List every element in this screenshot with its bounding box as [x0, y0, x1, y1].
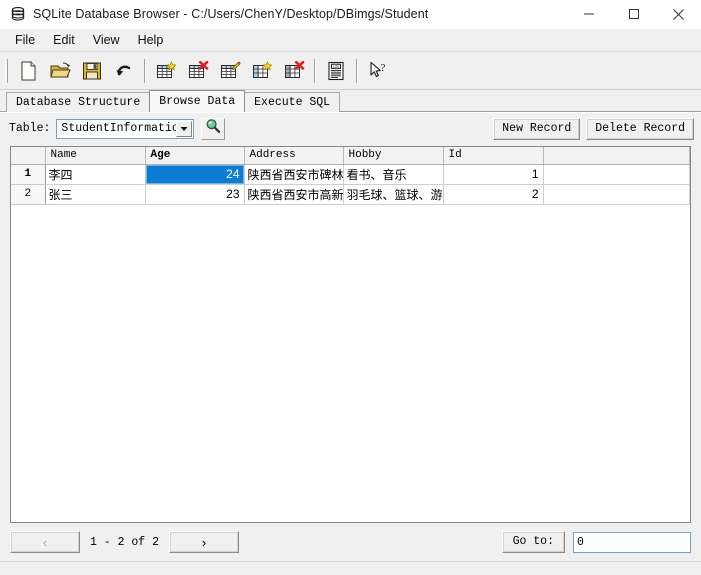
record-counter: 1 - 2 of 2 [90, 535, 160, 549]
cell-name-2[interactable]: 张三 [45, 184, 146, 205]
cell-age-2[interactable]: 23 [145, 184, 245, 205]
table-header-row: Name Age Address Hobby Id [11, 147, 690, 165]
toolbar-separator [314, 58, 316, 83]
window-title: SQLite Database Browser - C:/Users/ChenY… [33, 7, 429, 21]
goto-group: Go to: 0 [501, 531, 691, 553]
tab-bar: Database Structure Browse Data Execute S… [0, 90, 701, 112]
create-table-icon[interactable] [151, 56, 181, 86]
svg-text:LOG: LOG [333, 64, 340, 68]
menu-help[interactable]: Help [129, 31, 173, 50]
open-database-icon[interactable] [45, 56, 75, 86]
help-cursor-icon[interactable]: ? [363, 56, 393, 86]
grid-corner-header[interactable] [11, 147, 46, 165]
previous-page-button[interactable]: ‹ [10, 531, 80, 553]
minimize-button[interactable] [566, 0, 611, 29]
log-icon[interactable]: LOG [321, 56, 351, 86]
search-button[interactable] [201, 117, 226, 140]
column-header-id[interactable]: Id [443, 147, 544, 165]
record-buttons: New Record Delete Record [493, 117, 694, 140]
app-window: SQLite Database Browser - C:/Users/ChenY… [0, 0, 701, 575]
tab-database-structure[interactable]: Database Structure [6, 92, 151, 112]
tab-execute-sql[interactable]: Execute SQL [244, 92, 341, 112]
table-row[interactable]: 2 张三 23 陕西省西安市高新 羽毛球、篮球、游 2 [11, 184, 690, 205]
window-controls [566, 0, 701, 29]
goto-button[interactable]: Go to: [501, 531, 565, 553]
grid-blank-space [45, 204, 690, 205]
cell-filler-2 [543, 184, 690, 205]
chevron-down-icon[interactable] [176, 120, 193, 137]
next-page-button[interactable]: › [169, 531, 240, 553]
cell-address-2[interactable]: 陕西省西安市高新 [244, 184, 344, 205]
cell-address-1[interactable]: 陕西省西安市碑林 [244, 164, 344, 185]
menu-edit[interactable]: Edit [44, 31, 84, 50]
column-header-address[interactable]: Address [244, 147, 344, 165]
create-index-icon[interactable] [247, 56, 277, 86]
delete-index-icon[interactable] [279, 56, 309, 86]
column-header-age[interactable]: Age [145, 147, 245, 165]
title-bar: SQLite Database Browser - C:/Users/ChenY… [0, 0, 701, 29]
toolbar-separator [144, 58, 146, 83]
cell-name-1[interactable]: 李四 [45, 164, 146, 185]
cell-id-1[interactable]: 1 [443, 164, 544, 185]
database-icon [10, 6, 26, 22]
table-row[interactable]: 1 李四 24 陕西省西安市碑林 看书、音乐 1 [11, 164, 690, 185]
cell-hobby-2[interactable]: 羽毛球、篮球、游 [343, 184, 444, 205]
menu-bar: File Edit View Help [0, 29, 701, 52]
new-record-button[interactable]: New Record [493, 117, 581, 140]
toolbar-grip[interactable] [5, 58, 8, 83]
cell-hobby-1[interactable]: 看书、音乐 [343, 164, 444, 185]
row-header-2[interactable]: 2 [11, 184, 46, 205]
column-header-name[interactable]: Name [45, 147, 146, 165]
menu-file[interactable]: File [6, 31, 44, 50]
toolbar-separator [356, 58, 358, 83]
delete-table-icon[interactable] [183, 56, 213, 86]
goto-input[interactable]: 0 [573, 531, 691, 553]
toolbar: LOG ? [0, 52, 701, 90]
svg-text:?: ? [381, 62, 386, 74]
table-select-value: StudentInformation [61, 122, 186, 135]
undo-icon[interactable] [109, 56, 139, 86]
close-button[interactable] [656, 0, 701, 29]
cell-filler-1 [543, 164, 690, 185]
status-bar [0, 561, 701, 575]
cell-age-1[interactable]: 24 [145, 164, 245, 185]
row-header-1[interactable]: 1 [11, 164, 46, 185]
save-icon[interactable] [77, 56, 107, 86]
menu-view[interactable]: View [84, 31, 129, 50]
cell-id-2[interactable]: 2 [443, 184, 544, 205]
new-database-icon[interactable] [13, 56, 43, 86]
data-grid[interactable]: Name Age Address Hobby Id 1 李四 24 陕西省西安市… [10, 146, 691, 523]
modify-table-icon[interactable] [215, 56, 245, 86]
browse-data-panel: Table: StudentInformation New Record Del… [0, 112, 701, 561]
table-select-row: Table: StudentInformation New Record Del… [0, 113, 701, 144]
table-select[interactable]: StudentInformation [56, 118, 195, 139]
tab-browse-data[interactable]: Browse Data [149, 90, 246, 112]
magnifier-icon [205, 118, 221, 139]
grid-empty-area [11, 204, 690, 205]
column-header-hobby[interactable]: Hobby [343, 147, 444, 165]
data-table: Name Age Address Hobby Id 1 李四 24 陕西省西安市… [11, 147, 690, 205]
maximize-button[interactable] [611, 0, 656, 29]
delete-record-button[interactable]: Delete Record [586, 117, 694, 140]
row-header-blank [11, 204, 46, 205]
column-header-filler [543, 147, 690, 165]
pager-bar: ‹ 1 - 2 of 2 › Go to: 0 [0, 523, 701, 561]
table-label: Table: [9, 122, 51, 135]
